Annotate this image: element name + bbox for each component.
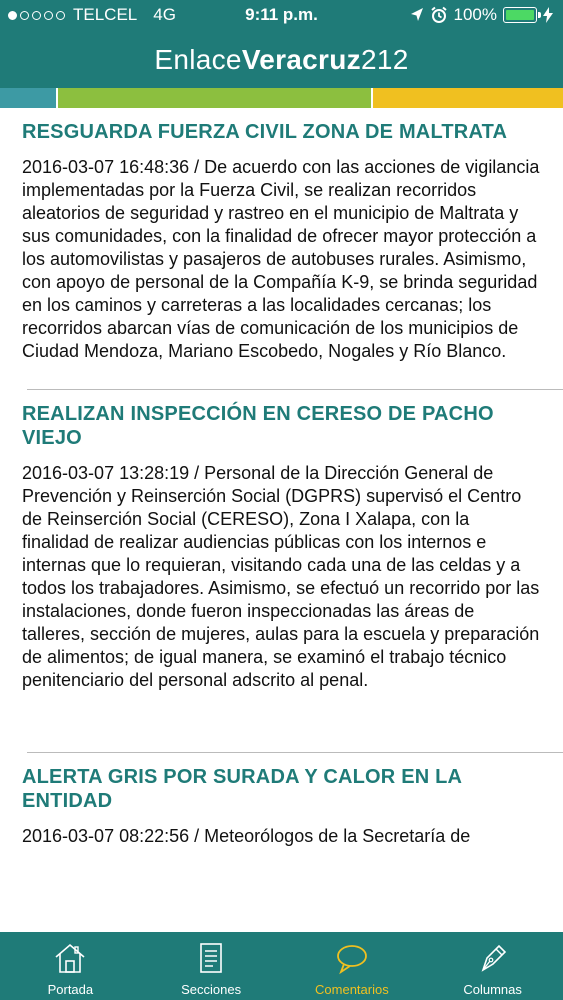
app-title: EnlaceVeracruz212 [0,42,563,78]
app-header: TELCEL 4G 9:11 p.m. 100% EnlaceVeracruz2… [0,0,563,88]
news-article[interactable]: RESGUARDA FUERZA CIVIL ZONA DE MALTRATA … [0,120,563,363]
article-title[interactable]: REALIZAN INSPECCIÓN EN CERESO DE PACHO V… [22,402,541,450]
stripe-blue [0,88,56,108]
app-title-veracruz: Veracruz [241,44,361,75]
speech-bubble-icon [336,945,367,975]
fountain-pen-icon [481,944,506,972]
app-title-number: 212 [360,44,409,75]
tab-bar: Portada Secciones Comentarios Columnas [0,932,563,1000]
tab-columnas[interactable]: Columnas [422,932,563,1000]
house-icon [55,943,85,973]
stripe-green [58,88,371,108]
news-list[interactable]: RESGUARDA FUERZA CIVIL ZONA DE MALTRATA … [0,108,563,932]
tab-portada[interactable]: Portada [0,932,141,1000]
status-right: 100% [410,0,553,30]
alarm-clock-icon [430,6,447,23]
news-article[interactable]: ALERTA GRIS POR SURADA Y CALOR EN LA ENT… [0,765,563,848]
app-title-enlace: Enlace [154,44,242,75]
article-divider [27,389,563,390]
article-body: 2016-03-07 16:48:36 / De acuerdo con las… [22,157,540,361]
tab-secciones[interactable]: Secciones [141,932,282,1000]
tab-label: Comentarios [315,982,389,997]
location-arrow-icon [410,8,423,21]
battery-percent: 100% [453,5,497,24]
battery-icon [503,7,541,23]
article-body: 2016-03-07 13:28:19 / Personal de la Dir… [22,463,540,690]
tab-comentarios[interactable]: Comentarios [282,932,423,1000]
stripe-yellow [373,88,563,108]
news-article[interactable]: REALIZAN INSPECCIÓN EN CERESO DE PACHO V… [0,402,563,692]
tab-label: Columnas [463,982,522,997]
tab-label: Secciones [181,982,242,997]
status-bar: TELCEL 4G 9:11 p.m. 100% [0,0,563,30]
charging-bolt-icon [543,7,553,23]
article-title[interactable]: RESGUARDA FUERZA CIVIL ZONA DE MALTRATA [22,120,541,144]
document-icon [200,943,222,973]
article-body: 2016-03-07 08:22:56 / Meteorólogos de la… [22,826,471,846]
tab-label: Portada [47,982,94,997]
color-stripes [0,88,563,108]
article-divider [27,752,563,753]
article-title[interactable]: ALERTA GRIS POR SURADA Y CALOR EN LA ENT… [22,765,541,813]
